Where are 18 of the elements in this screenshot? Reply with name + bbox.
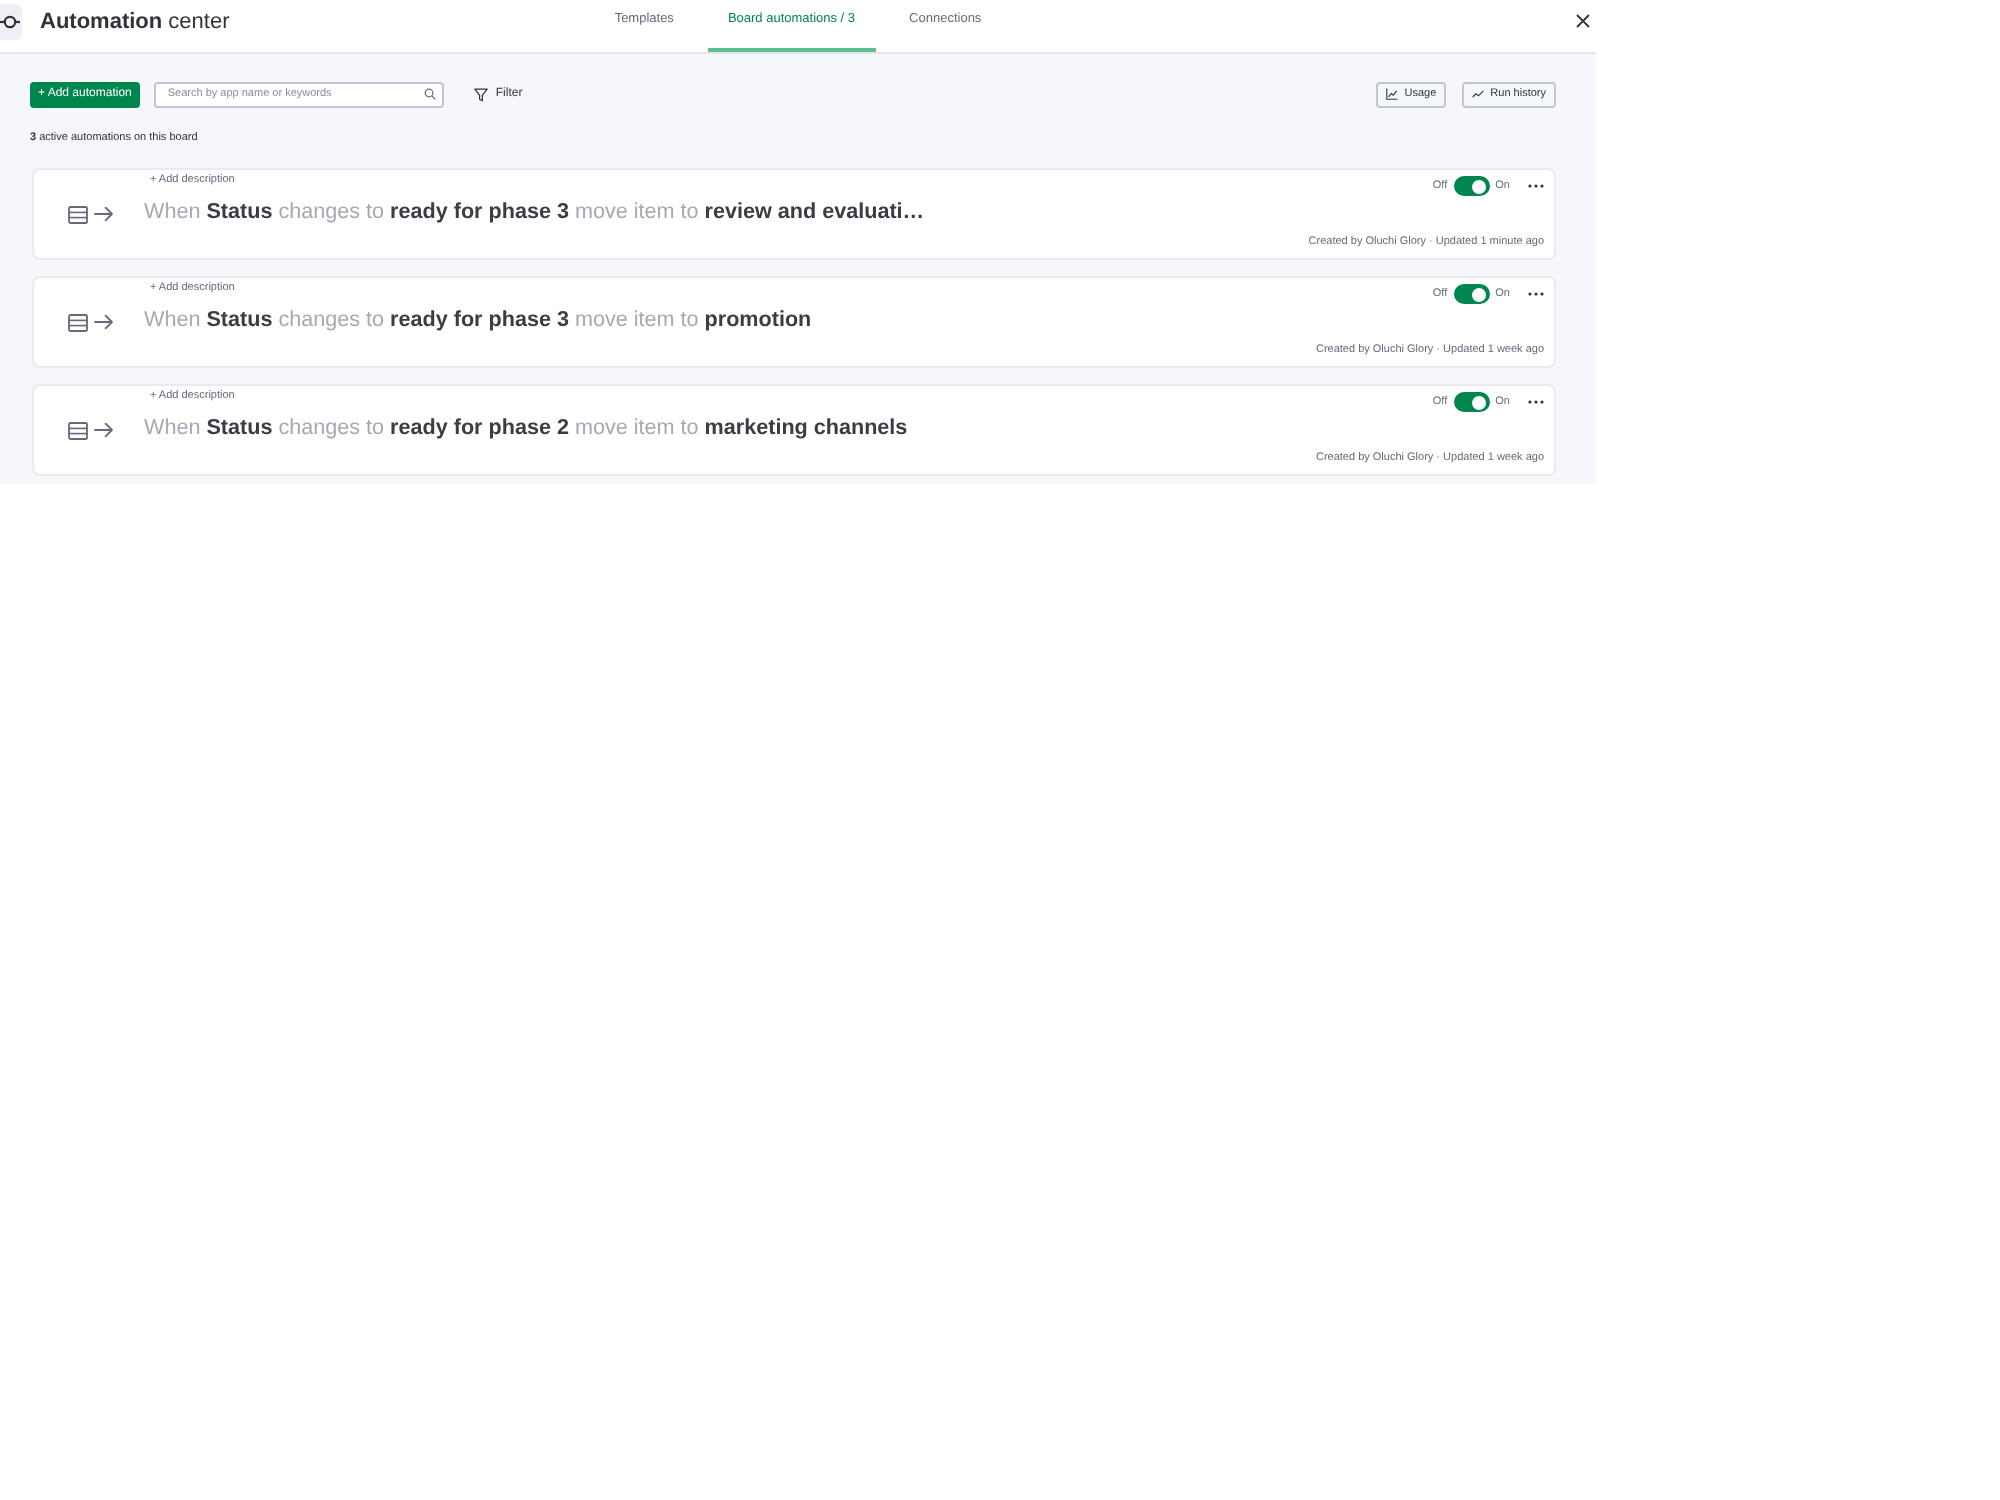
toggle-switch[interactable]	[1453, 392, 1490, 412]
filter-icon	[473, 87, 488, 101]
close-icon[interactable]	[1576, 13, 1590, 27]
chart-icon	[1386, 88, 1399, 100]
automation-recipe: When Status changes to ready for phase 3 move item to review and evaluati…	[144, 200, 925, 226]
search-icon	[423, 88, 436, 100]
page-title: Automation center	[40, 9, 230, 33]
automation-recipe: When Status changes to ready for phase 2 move item to marketing channels	[144, 416, 908, 442]
arrow-right-icon	[94, 206, 114, 222]
list-icon	[68, 421, 88, 439]
arrow-right-icon	[94, 422, 114, 438]
trend-line-icon	[1472, 90, 1485, 98]
list-icon	[68, 205, 88, 223]
toggle-switch[interactable]	[1453, 284, 1490, 304]
list-icon	[68, 313, 88, 331]
arrow-right-icon	[94, 314, 114, 330]
automation-recipe: When Status changes to ready for phase 3 move item to promotion	[144, 308, 812, 334]
toggle-switch[interactable]	[1453, 176, 1490, 196]
